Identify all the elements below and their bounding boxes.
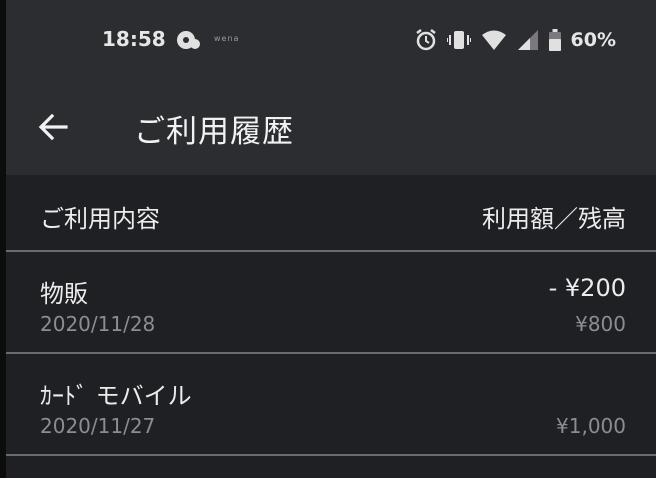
transaction-row[interactable]: 物販 2020/11/28 - ¥200 ¥800 <box>6 252 656 352</box>
page-title: ご利用履歴 <box>134 114 294 150</box>
transaction-date: 2020/11/27 <box>40 414 156 438</box>
transaction-name: 物販 <box>40 280 88 308</box>
status-time: 18:58 <box>102 27 166 51</box>
transaction-balance: ¥1,000 <box>556 414 626 438</box>
status-bar: 18:58 wena 60% <box>6 0 656 78</box>
cloud-app-icon <box>176 29 202 51</box>
battery-percent: 60% <box>570 29 616 51</box>
list-header: ご利用内容 利用額／残高 <box>6 175 656 250</box>
transaction-amount: - ¥200 <box>548 274 626 302</box>
battery-icon <box>548 29 561 51</box>
alarm-icon <box>415 28 437 52</box>
transaction-row[interactable]: ｶｰﾄﾞ モバイル 2020/11/27 ¥1,000 <box>6 354 656 454</box>
column-header-amount-balance: 利用額／残高 <box>482 205 626 233</box>
back-button[interactable] <box>36 112 72 142</box>
wifi-icon <box>481 29 507 51</box>
transaction-date: 2020/11/28 <box>40 312 156 336</box>
arrow-left-icon <box>36 113 72 146</box>
transaction-balance: ¥800 <box>575 312 626 336</box>
transaction-name: ｶｰﾄﾞ モバイル <box>40 382 192 410</box>
divider <box>6 454 656 456</box>
signal-icon <box>517 29 539 51</box>
status-icons: 60% <box>415 26 616 54</box>
app-bar: ご利用履歴 <box>6 78 656 175</box>
column-header-usage: ご利用内容 <box>40 205 160 233</box>
status-app-label: wena <box>214 34 240 43</box>
vibrate-icon <box>446 29 471 51</box>
